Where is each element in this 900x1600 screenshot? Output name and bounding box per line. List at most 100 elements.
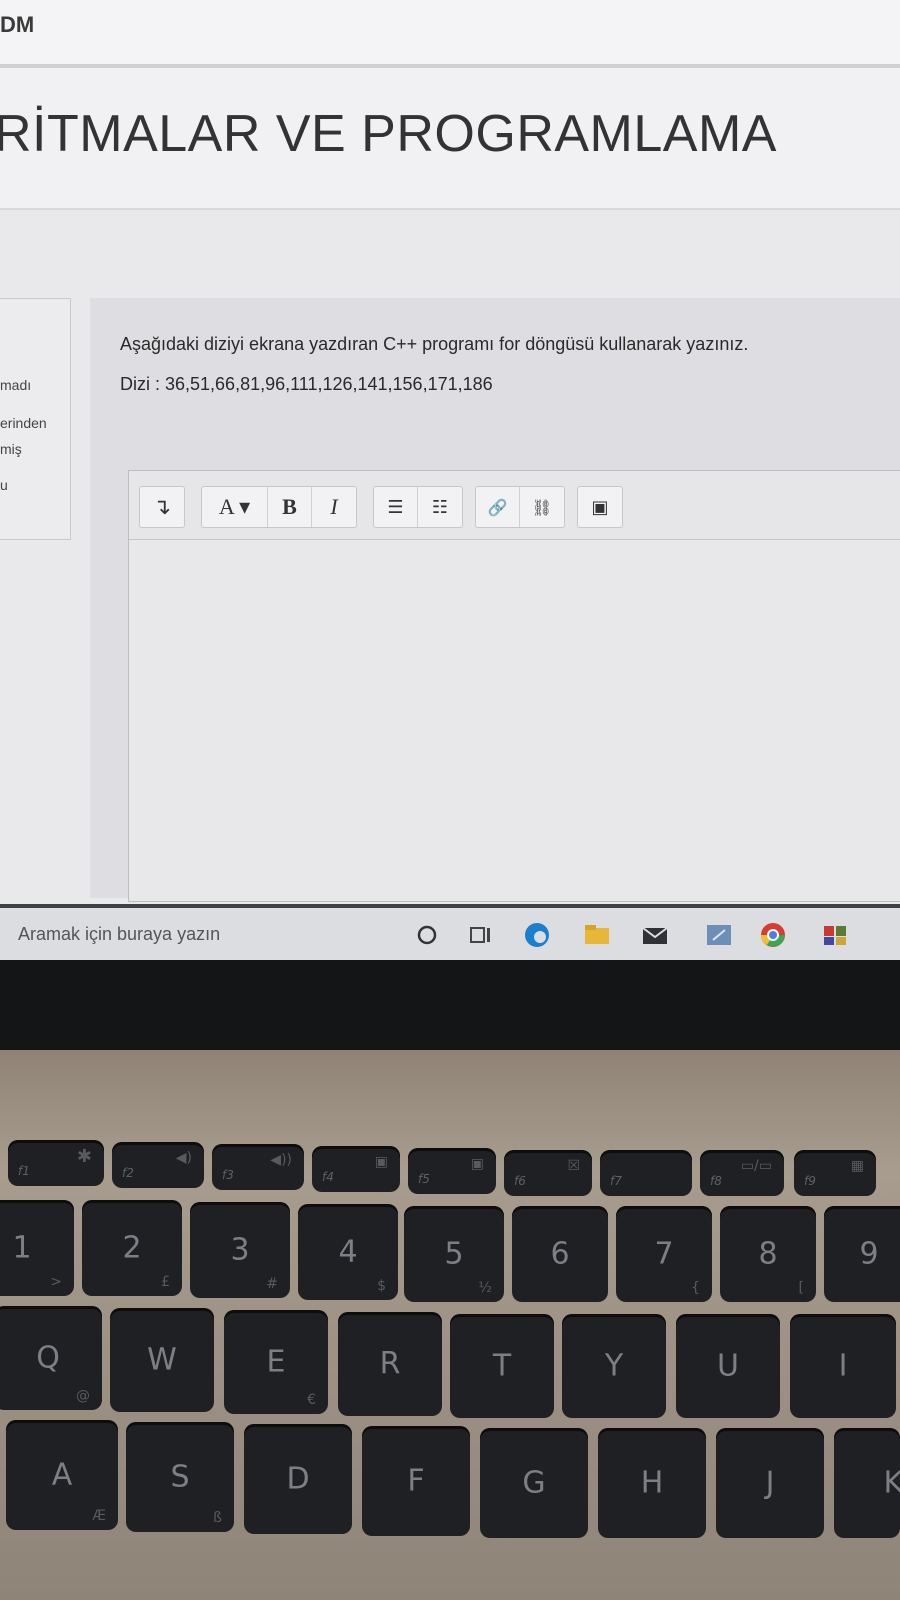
bold-button[interactable]: B [268,487,312,527]
key-fn-label: f4 [322,1170,334,1184]
key-f7[interactable]: f7 [600,1150,692,1196]
key-4[interactable]: 4 $ [298,1204,398,1300]
key-1[interactable]: 1 > [0,1200,74,1296]
key-sub-label: # [266,1276,278,1292]
key-fn-label: f9 [804,1174,816,1188]
key-e[interactable]: E € [224,1310,328,1414]
link-button[interactable]: 🔗 [476,487,520,527]
key-f1[interactable]: f1 ✱ [8,1140,104,1186]
key-s[interactable]: S ß [126,1422,234,1532]
question-info-panel: madı erinden miş u [0,298,71,540]
edge-icon[interactable] [522,920,552,950]
toolbar-group-format: A ▾ B I [201,486,357,528]
info-fragment: madı [0,377,32,393]
touchpad-icon: ☒ [567,1158,580,1174]
key-y[interactable]: Y [562,1314,666,1418]
key-r[interactable]: R [338,1312,442,1416]
key-5[interactable]: 5 ½ [404,1206,504,1302]
course-title: RİTMALAR VE PROGRAMLAMA [0,105,777,163]
key-f[interactable]: F [362,1426,470,1536]
key-label: 6 [550,1236,570,1272]
key-7[interactable]: 7 { [616,1206,712,1302]
display-icon: ▣ [374,1154,388,1170]
key-sub-label: € [307,1392,316,1408]
key-t[interactable]: T [450,1314,554,1418]
key-8[interactable]: 8 [ [720,1206,816,1302]
cortana-icon[interactable] [412,920,442,950]
key-label: S [170,1459,190,1495]
key-sub-label: @ [76,1388,90,1404]
brand-fragment: DM [0,12,35,37]
top-navbar: DM [0,0,900,68]
key-f9[interactable]: f9 ▦ [794,1150,876,1196]
course-header: RİTMALAR VE PROGRAMLAMA [0,68,900,210]
brightness-icon: ✱ [76,1146,92,1167]
key-sub-label: > [50,1274,62,1290]
insert-image-button[interactable]: ▣ [578,487,622,527]
keyboard-light-icon: ▦ [850,1158,864,1174]
key-label: 5 [444,1236,464,1272]
laptop-keyboard: f1 ✱ f2 ◀) f3 ◀)) f4 ▣ f5 ▣ f6 ☒ f7 f8 ▭… [0,1050,900,1600]
unlink-button[interactable]: ⛓ [520,487,564,527]
store-icon[interactable] [704,920,734,950]
taskbar-search-input[interactable]: Aramak için buraya yazın [18,924,220,945]
key-3[interactable]: 3 # [190,1202,290,1298]
key-u[interactable]: U [676,1314,780,1418]
toolbar-group-expand: ↴ [139,486,185,528]
answer-text-area[interactable] [129,540,900,900]
numbered-list-button[interactable]: ☷ [418,487,462,527]
key-label: R [379,1346,401,1382]
chrome-icon[interactable] [758,920,788,950]
key-f8[interactable]: f8 ▭/▭ [700,1150,784,1196]
question-box: Aşağıdaki diziyi ekrana yazdıran C++ pro… [90,298,900,902]
volume-up-icon: ◀)) [270,1152,292,1168]
key-j[interactable]: J [716,1428,824,1538]
key-f5[interactable]: f5 ▣ [408,1148,496,1194]
key-d[interactable]: D [244,1424,352,1534]
key-f3[interactable]: f3 ◀)) [212,1144,304,1190]
key-label: A [51,1457,73,1493]
key-label: I [838,1348,848,1384]
key-6[interactable]: 6 [512,1206,608,1302]
laptop-bezel [0,960,900,1050]
key-k[interactable]: K [834,1428,900,1538]
app-icon[interactable] [820,920,850,950]
key-a[interactable]: A Æ [6,1420,118,1530]
key-fn-label: f1 [18,1164,30,1178]
toolbar-group-lists: ☰ ☷ [373,486,463,528]
key-label: U [717,1348,739,1384]
key-g[interactable]: G [480,1428,588,1538]
key-label: 3 [230,1232,250,1268]
key-f6[interactable]: f6 ☒ [504,1150,592,1196]
italic-button[interactable]: I [312,487,356,527]
key-h[interactable]: H [598,1428,706,1538]
key-fn-label: f6 [514,1174,526,1188]
key-label: H [640,1465,664,1501]
key-label: E [266,1344,286,1380]
key-label: Y [604,1348,624,1384]
task-view-icon[interactable] [466,920,496,950]
paragraph-style-button[interactable]: A ▾ [202,487,268,527]
key-q[interactable]: Q @ [0,1306,102,1410]
expand-toolbar-button[interactable]: ↴ [140,487,184,527]
key-f4[interactable]: f4 ▣ [312,1146,400,1192]
bullet-list-button[interactable]: ☰ [374,487,418,527]
key-sub-label: £ [161,1274,170,1290]
key-w[interactable]: W [110,1308,214,1412]
key-i[interactable]: I [790,1314,896,1418]
mail-icon[interactable] [640,920,670,950]
key-label: G [522,1465,546,1501]
volume-down-icon: ◀) [175,1150,192,1166]
key-fn-label: f7 [610,1174,622,1188]
key-9[interactable]: 9 [824,1206,900,1302]
key-2[interactable]: 2 £ [82,1200,182,1296]
key-label: T [492,1348,512,1384]
key-f2[interactable]: f2 ◀) [112,1142,204,1188]
key-label: W [147,1342,177,1378]
file-explorer-icon[interactable] [582,920,612,950]
key-sub-label: { [691,1280,700,1296]
key-fn-label: f8 [710,1174,722,1188]
key-sub-label: [ [798,1280,804,1296]
key-fn-label: f5 [418,1172,430,1186]
key-sub-label: ß [213,1510,222,1526]
